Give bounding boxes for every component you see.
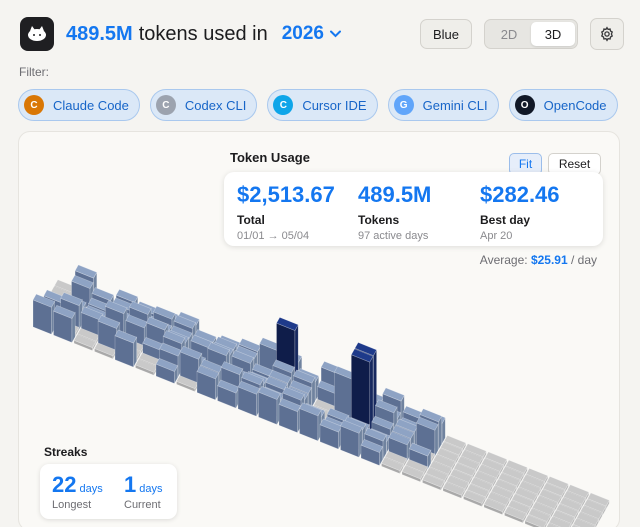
chip-label: Gemini CLI bbox=[422, 97, 488, 113]
year-selector[interactable]: 2026 bbox=[282, 23, 341, 45]
usage-panel: Token Usage Fit Reset $2,513.67 Total 01… bbox=[18, 131, 620, 527]
filter-chips: C Claude Code C Codex CLI C Cursor IDE G… bbox=[18, 89, 618, 121]
stat-total: $2,513.67 Total 01/01 → 05/04 bbox=[237, 182, 335, 242]
total-range: 01/01 → 05/04 bbox=[237, 230, 310, 242]
total-value: $2,513.67 bbox=[237, 182, 335, 207]
headline-text: tokens used in bbox=[138, 22, 268, 45]
usage-title: Token Usage bbox=[230, 150, 310, 165]
theme-button[interactable]: Blue bbox=[419, 19, 472, 49]
year-label: 2026 bbox=[281, 23, 324, 44]
tokens-label: Tokens bbox=[358, 213, 400, 227]
streak-longest: 22 days Longest bbox=[52, 472, 103, 511]
filter-label: Filter: bbox=[19, 65, 49, 79]
longest-unit: days bbox=[79, 483, 103, 495]
longest-value: 22 bbox=[52, 472, 77, 497]
average-suffix: / day bbox=[570, 253, 597, 267]
filter-chip-opencode[interactable]: O OpenCode bbox=[508, 89, 618, 121]
stat-best-day: $282.46 Best day Apr 20 bbox=[480, 182, 560, 242]
filter-chip-gemini-cli[interactable]: G Gemini CLI bbox=[387, 89, 499, 121]
claude-code-icon: C bbox=[24, 95, 44, 115]
average-value: $25.91 bbox=[530, 253, 568, 267]
gear-icon bbox=[600, 26, 614, 42]
tokens-total: 489.5M bbox=[66, 22, 133, 45]
total-label: Total bbox=[237, 213, 265, 227]
best-value: $282.46 bbox=[480, 182, 560, 207]
opencode-icon: O bbox=[514, 95, 535, 115]
average-prefix: Average: bbox=[479, 253, 528, 267]
current-label: Current bbox=[124, 499, 161, 511]
stats-card: $2,513.67 Total 01/01 → 05/04 489.5M Tok… bbox=[224, 172, 603, 246]
best-label: Best day bbox=[480, 213, 531, 227]
current-unit: days bbox=[139, 483, 163, 495]
cursor-ide-icon: C bbox=[273, 95, 294, 115]
headline: 489.5M tokens used in bbox=[66, 23, 268, 46]
gemini-cli-icon: G bbox=[393, 95, 414, 115]
streaks-card: 22 days Longest 1 days Current bbox=[40, 464, 177, 519]
chip-label: Codex CLI bbox=[184, 97, 247, 113]
view-2d-button[interactable]: 2D bbox=[487, 22, 531, 46]
header: 489.5M tokens used in 2026 Blue 2D 3D bbox=[20, 16, 624, 52]
chip-label: Claude Code bbox=[53, 97, 129, 113]
app-logo-icon bbox=[20, 17, 54, 51]
streak-current: 1 days Current bbox=[124, 472, 163, 511]
active-days: 97 active days bbox=[358, 230, 429, 242]
chevron-down-icon bbox=[329, 30, 341, 38]
chip-label: OpenCode bbox=[543, 97, 607, 113]
average-per-day: Average: $25.91 / day bbox=[480, 253, 597, 267]
filter-chip-claude-code[interactable]: C Claude Code bbox=[18, 89, 140, 121]
codex-cli-icon: C bbox=[155, 95, 176, 115]
current-value: 1 bbox=[124, 472, 137, 497]
settings-button[interactable] bbox=[590, 18, 624, 50]
stat-tokens: 489.5M Tokens 97 active days bbox=[358, 182, 431, 242]
chip-label: Cursor IDE bbox=[302, 97, 367, 113]
filter-chip-codex-cli[interactable]: C Codex CLI bbox=[149, 89, 258, 121]
longest-label: Longest bbox=[52, 499, 92, 511]
filter-chip-cursor-ide[interactable]: C Cursor IDE bbox=[267, 89, 378, 121]
tokens-value: 489.5M bbox=[358, 182, 432, 207]
view-3d-button[interactable]: 3D bbox=[531, 22, 575, 46]
best-date: Apr 20 bbox=[480, 230, 513, 242]
view-toggle: 2D 3D bbox=[484, 19, 578, 49]
streaks-title: Streaks bbox=[44, 445, 88, 459]
